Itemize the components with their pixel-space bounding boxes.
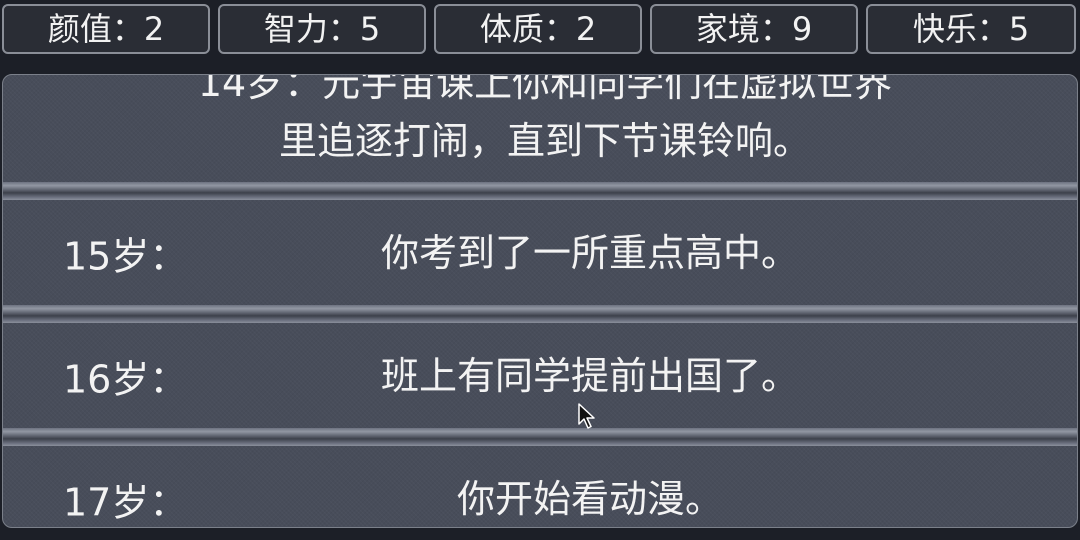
log-entry-event: 你开始看动漫。 — [456, 476, 723, 521]
mouse-pointer-icon — [578, 403, 595, 429]
life-log-list: 14岁：元宇宙课上你和同学们在虚拟世界里追逐打闹，直到下节课铃响。 15岁： 你… — [3, 74, 1077, 527]
log-entry-event: 你考到了一所重点高中。 — [380, 230, 799, 275]
life-log-panel[interactable]: 14岁：元宇宙课上你和同学们在虚拟世界里追逐打闹，直到下节课铃响。 15岁： 你… — [2, 74, 1078, 528]
log-entry-event: 班上有同学提前出国了。 — [380, 353, 799, 398]
log-entry: 17岁： 你开始看动漫。 — [3, 428, 1077, 527]
log-entry-partial: 14岁：元宇宙课上你和同学们在虚拟世界里追逐打闹，直到下节课铃响。 — [3, 74, 1077, 182]
stat-intelligence: 智力：5 — [218, 4, 426, 54]
log-divider — [3, 182, 1077, 200]
stat-constitution: 体质：2 — [434, 4, 642, 54]
log-entry: 16岁： 班上有同学提前出国了。 — [3, 305, 1077, 428]
attribute-bar: 颜值：2 智力：5 体质：2 家境：9 快乐：5 — [0, 0, 1080, 62]
log-divider — [3, 428, 1077, 446]
log-entry-event: 14岁：元宇宙课上你和同学们在虚拟世界里追逐打闹，直到下节课铃响。 — [197, 74, 893, 163]
log-entry-age: 16岁： — [63, 357, 188, 401]
log-divider — [3, 305, 1077, 323]
game-screen: 颜值：2 智力：5 体质：2 家境：9 快乐：5 14岁：元宇宙课上你和同学们在… — [0, 0, 1080, 540]
log-entry-age: 17岁： — [63, 480, 188, 524]
stat-happiness: 快乐：5 — [866, 4, 1076, 54]
stat-family: 家境：9 — [650, 4, 858, 54]
log-entry-age: 15岁： — [63, 234, 188, 278]
stat-appearance: 颜值：2 — [2, 4, 210, 54]
log-entry: 15岁： 你考到了一所重点高中。 — [3, 182, 1077, 305]
